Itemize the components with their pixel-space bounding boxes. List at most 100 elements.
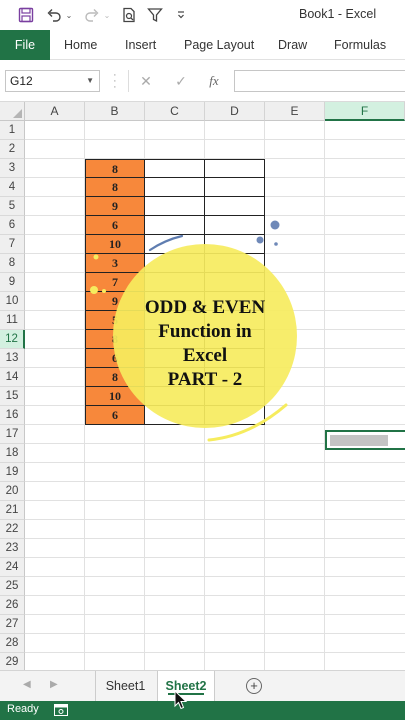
status-text: Ready <box>7 703 39 715</box>
row-header[interactable]: 1 <box>0 121 25 140</box>
macro-recorder-icon[interactable] <box>54 704 68 716</box>
row-header[interactable]: 16 <box>0 406 25 425</box>
redo-dropdown-icon[interactable]: ⌄ <box>102 5 112 25</box>
undo-dropdown-icon[interactable]: ⌄ <box>64 5 74 25</box>
cell-c16[interactable] <box>145 406 205 425</box>
print-preview-icon[interactable] <box>119 5 139 25</box>
customize-toolbar-icon[interactable] <box>174 5 188 25</box>
redo-icon[interactable] <box>82 5 102 25</box>
row-header[interactable]: 21 <box>0 501 25 520</box>
gridline <box>25 595 405 596</box>
next-sheet-icon[interactable]: ▶ <box>50 679 58 690</box>
cell-b10[interactable]: 9 <box>85 292 145 311</box>
cell-b4[interactable]: 8 <box>85 178 145 197</box>
cell-b12[interactable]: 8 <box>85 330 145 349</box>
cell-b13[interactable]: 6 <box>85 349 145 368</box>
cell-c7[interactable] <box>145 235 205 254</box>
undo-icon[interactable] <box>44 5 64 25</box>
row-header[interactable]: 10 <box>0 292 25 311</box>
save-icon[interactable] <box>14 5 38 25</box>
column-header-b[interactable]: B <box>85 102 145 121</box>
cell-b14[interactable]: 8 <box>85 368 145 387</box>
column-header-a[interactable]: A <box>25 102 85 121</box>
cell-b15[interactable]: 10 <box>85 387 145 406</box>
insert-function-icon[interactable]: fx <box>205 73 223 89</box>
cell-d6[interactable] <box>205 216 265 235</box>
row-header[interactable]: 17 <box>0 425 25 444</box>
tab-page-layout[interactable]: Page Layout <box>184 30 254 60</box>
cell-c5[interactable] <box>145 197 205 216</box>
more-options-icon[interactable]: · · · <box>113 70 117 93</box>
cell-d5[interactable] <box>205 197 265 216</box>
prev-sheet-icon[interactable]: ◀ <box>23 679 31 690</box>
row-header[interactable]: 2 <box>0 140 25 159</box>
cell-b6[interactable]: 6 <box>85 216 145 235</box>
add-sheet-icon[interactable]: + <box>246 678 262 694</box>
cell-d16[interactable] <box>205 406 265 425</box>
cell-b11[interactable]: 5 <box>85 311 145 330</box>
row-header[interactable]: 7 <box>0 235 25 254</box>
row-header[interactable]: 22 <box>0 520 25 539</box>
sheet-tab-sheet1[interactable]: Sheet1 <box>95 671 155 701</box>
title-line: Excel <box>182 345 228 366</box>
gridline <box>25 557 405 558</box>
cell-b3[interactable]: 8 <box>85 159 145 178</box>
cell-b5[interactable]: 9 <box>85 197 145 216</box>
cell-d8[interactable] <box>205 254 265 273</box>
cancel-icon[interactable]: ✕ <box>137 73 155 89</box>
gridline <box>25 614 405 615</box>
cell-b8[interactable]: 3 <box>85 254 145 273</box>
tab-insert[interactable]: Insert <box>125 30 156 60</box>
tab-formulas[interactable]: Formulas <box>334 30 386 60</box>
row-header[interactable]: 14 <box>0 368 25 387</box>
tab-home[interactable]: Home <box>64 30 97 60</box>
row-header[interactable]: 27 <box>0 615 25 634</box>
cell-d3[interactable] <box>205 159 265 178</box>
cell-c9[interactable] <box>145 273 205 292</box>
row-header[interactable]: 15 <box>0 387 25 406</box>
row-header[interactable]: 9 <box>0 273 25 292</box>
cell-d9[interactable] <box>205 273 265 292</box>
status-bar: Ready <box>0 701 405 720</box>
row-header[interactable]: 5 <box>0 197 25 216</box>
formula-input[interactable] <box>234 70 405 92</box>
column-header-c[interactable]: C <box>145 102 205 121</box>
filter-icon[interactable] <box>145 5 165 25</box>
row-header[interactable]: 24 <box>0 558 25 577</box>
row-header[interactable]: 6 <box>0 216 25 235</box>
cell-d7[interactable] <box>205 235 265 254</box>
cell-b9[interactable]: 7 <box>85 273 145 292</box>
row-header[interactable]: 19 <box>0 463 25 482</box>
cell-d4[interactable] <box>205 178 265 197</box>
cell-c8[interactable] <box>145 254 205 273</box>
row-header[interactable]: 8 <box>0 254 25 273</box>
column-header-f[interactable]: F <box>325 102 405 121</box>
cell-b16[interactable]: 6 <box>85 406 145 425</box>
row-header[interactable]: 20 <box>0 482 25 501</box>
column-header-e[interactable]: E <box>265 102 325 121</box>
active-cell[interactable] <box>325 430 405 450</box>
name-box[interactable]: G12 ▼ <box>5 70 100 92</box>
tab-file[interactable]: File <box>0 30 50 60</box>
row-header[interactable]: 13 <box>0 349 25 368</box>
row-header[interactable]: 26 <box>0 596 25 615</box>
cell-c3[interactable] <box>145 159 205 178</box>
cell-c6[interactable] <box>145 216 205 235</box>
cell-c4[interactable] <box>145 178 205 197</box>
sheet-tab-bar: ◀ ▶ Sheet1 Sheet2 + <box>0 670 405 701</box>
row-header[interactable]: 11 <box>0 311 25 330</box>
row-header[interactable]: 12 <box>0 330 25 349</box>
enter-icon[interactable]: ✓ <box>172 73 190 89</box>
row-header[interactable]: 4 <box>0 178 25 197</box>
row-header[interactable]: 3 <box>0 159 25 178</box>
select-all-corner[interactable] <box>0 102 25 121</box>
row-header[interactable]: 25 <box>0 577 25 596</box>
row-header[interactable]: 28 <box>0 634 25 653</box>
row-header[interactable]: 23 <box>0 539 25 558</box>
gridline <box>25 633 405 634</box>
cell-b7[interactable]: 10 <box>85 235 145 254</box>
tab-draw[interactable]: Draw <box>278 30 307 60</box>
column-header-d[interactable]: D <box>205 102 265 121</box>
chevron-down-icon[interactable]: ▼ <box>86 71 94 91</box>
row-header[interactable]: 18 <box>0 444 25 463</box>
